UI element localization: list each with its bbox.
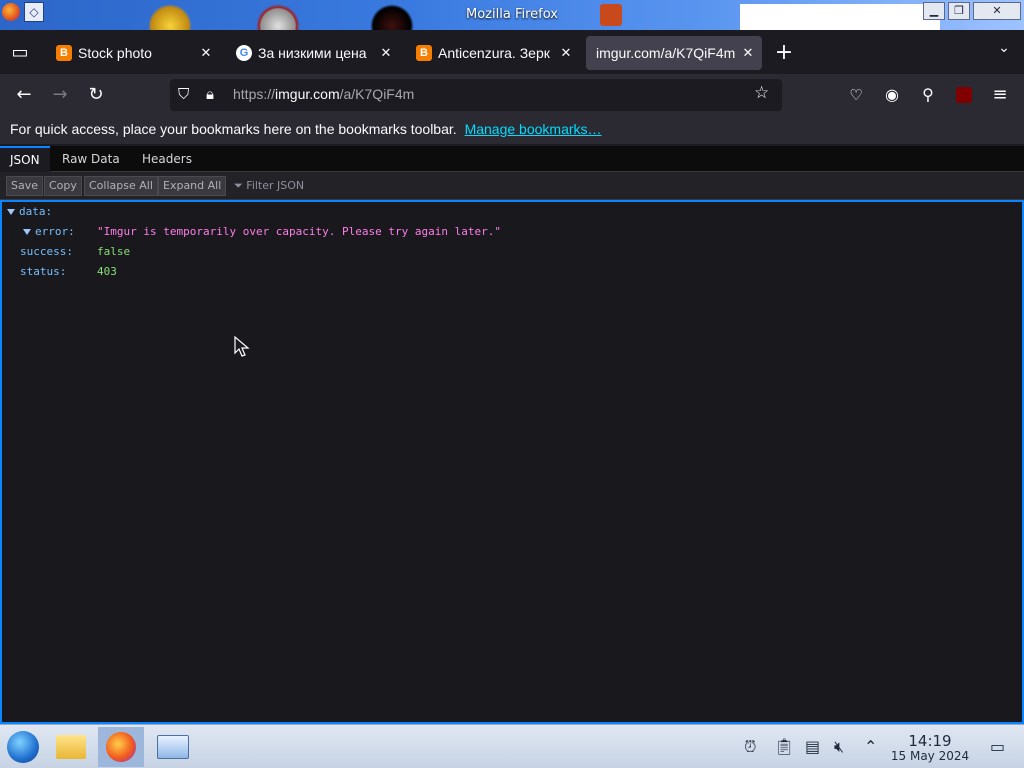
- url-bar[interactable]: ⛉ 🔒︎ https://imgur.com/a/K7QiF4m ☆: [170, 79, 782, 111]
- tab-label: imgur.com/a/K7QiF4m: [596, 45, 736, 61]
- minimize-button[interactable]: ▁: [923, 2, 945, 20]
- screen: ◇ Mozilla Firefox ▁ ❐ ✕ ▭ B Stock photo …: [0, 0, 1024, 768]
- url-host: imgur.com: [275, 86, 340, 102]
- start-menu-button[interactable]: [0, 727, 46, 767]
- clock-time[interactable]: 14:19: [892, 732, 968, 750]
- json-row-error[interactable]: error:: [23, 225, 75, 238]
- reload-icon[interactable]: ↻: [82, 82, 110, 108]
- filter-placeholder: Filter JSON: [246, 179, 305, 192]
- tab-label: За низкими цена: [258, 45, 367, 61]
- json-viewer-tabs: JSON Raw Data Headers: [0, 146, 1024, 172]
- extensions-icon[interactable]: ⚲: [914, 82, 942, 108]
- firefox-view-icon[interactable]: ▭: [8, 42, 32, 63]
- url-prefix: https://: [233, 86, 276, 102]
- google-icon: G: [236, 45, 252, 61]
- json-row-status[interactable]: status:: [20, 265, 66, 278]
- expand-triangle-icon[interactable]: [23, 229, 31, 235]
- taskbar-system-settings[interactable]: [150, 727, 196, 767]
- tab-google[interactable]: G За низкими цена ✕: [226, 36, 400, 70]
- ublock-origin-icon[interactable]: [950, 82, 978, 108]
- account-icon[interactable]: ◉: [878, 82, 906, 108]
- tab-stock-photo[interactable]: B Stock photo ✕: [46, 36, 220, 70]
- json-tree: data: error: "Imgur is temporarily over …: [0, 200, 1024, 724]
- new-tab-button[interactable]: +: [772, 40, 796, 65]
- copy-button[interactable]: Copy: [44, 176, 82, 196]
- blogger-icon: B: [416, 45, 432, 61]
- tray-expand-chevron-icon[interactable]: ⌃: [864, 737, 877, 756]
- clock-date[interactable]: 15 May 2024: [884, 749, 976, 763]
- json-key: success:: [20, 245, 73, 258]
- json-value-string: "Imgur is temporarily over capacity. Ple…: [97, 225, 501, 238]
- json-key: error:: [35, 225, 75, 238]
- list-tabs-chevron-icon[interactable]: ⌄: [992, 40, 1016, 56]
- navigation-toolbar: ← → ↻ ⛉ 🔒︎ https://imgur.com/a/K7QiF4m ☆…: [0, 74, 1024, 116]
- tab-label: Anticenzura. Зерк: [438, 45, 550, 61]
- save-button[interactable]: Save: [6, 176, 44, 196]
- folder-icon: [56, 735, 86, 759]
- bookmarks-hint-text: For quick access, place your bookmarks h…: [10, 121, 457, 137]
- clipboard-icon[interactable]: 📋︎: [774, 737, 794, 756]
- json-toolbar: Save Copy Collapse All Expand All ⏷ Filt…: [0, 172, 1024, 200]
- close-tab-button[interactable]: ✕: [738, 45, 758, 61]
- window-title: Mozilla Firefox: [466, 7, 558, 22]
- close-tab-button[interactable]: ✕: [196, 45, 216, 61]
- maximize-button[interactable]: ❐: [948, 2, 970, 20]
- url-path: /a/K7QiF4m: [339, 86, 415, 102]
- json-key: data:: [19, 205, 53, 218]
- tab-anticenzura[interactable]: B Anticenzura. Зерк ✕: [406, 36, 580, 70]
- blogger-icon: B: [56, 45, 72, 61]
- json-row-data[interactable]: data:: [7, 205, 52, 218]
- start-orb-icon: [7, 731, 39, 763]
- close-window-button[interactable]: ✕: [973, 2, 1021, 20]
- tab-raw-data[interactable]: Raw Data: [52, 146, 130, 172]
- mouse-cursor-icon: [234, 336, 250, 357]
- filter-icon: ⏷: [234, 179, 247, 192]
- bookmark-star-icon[interactable]: ☆: [754, 83, 769, 103]
- lock-icon[interactable]: 🔒︎: [206, 85, 214, 103]
- tab-json[interactable]: JSON: [0, 146, 50, 172]
- tab-strip: ▭ B Stock photo ✕ G За низкими цена ✕ B …: [0, 30, 1024, 74]
- close-tab-button[interactable]: ✕: [556, 45, 576, 61]
- window-titlebar: ◇ Mozilla Firefox ▁ ❐ ✕: [0, 0, 1024, 30]
- json-row-success[interactable]: success:: [20, 245, 73, 258]
- expand-triangle-icon[interactable]: [7, 209, 15, 215]
- json-value-boolean: false: [97, 245, 131, 258]
- manage-bookmarks-link[interactable]: Manage bookmarks…: [465, 121, 602, 137]
- shield-icon[interactable]: ⛉: [178, 85, 189, 103]
- filter-json-input[interactable]: ⏷ Filter JSON: [234, 177, 304, 195]
- notifications-bell-icon[interactable]: ⏰︎: [744, 737, 756, 757]
- url-text[interactable]: https://imgur.com/a/K7QiF4m: [233, 86, 414, 102]
- collapse-all-button[interactable]: Collapse All: [84, 176, 158, 196]
- forward-arrow-icon[interactable]: →: [46, 82, 74, 108]
- json-key: status:: [20, 265, 67, 278]
- volume-muted-icon[interactable]: 🔇︎: [834, 737, 844, 757]
- taskbar: ⏰︎ 📋︎ ▤ 🔇︎ ⌃ 14:19 15 May 2024 ▭: [0, 724, 1024, 768]
- taskbar-firefox[interactable]: [98, 727, 144, 767]
- tab-headers[interactable]: Headers: [132, 146, 202, 172]
- show-desktop-icon[interactable]: ▭: [990, 737, 1005, 756]
- tab-imgur[interactable]: imgur.com/a/K7QiF4m ✕: [586, 36, 762, 70]
- menu-hamburger-icon[interactable]: ≡: [986, 82, 1014, 108]
- tab-label: Stock photo: [78, 45, 152, 61]
- close-tab-button[interactable]: ✕: [376, 45, 396, 61]
- taskbar-file-manager[interactable]: [48, 727, 94, 767]
- device-storage-icon[interactable]: ▤: [805, 737, 820, 756]
- pocket-icon[interactable]: ♡: [842, 82, 870, 108]
- expand-all-button[interactable]: Expand All: [158, 176, 227, 196]
- back-arrow-icon[interactable]: ←: [10, 82, 38, 108]
- json-value-number: 403: [97, 265, 117, 278]
- bookmarks-toolbar: For quick access, place your bookmarks h…: [0, 116, 1024, 144]
- settings-window-icon: [157, 735, 189, 759]
- firefox-icon: [106, 732, 136, 762]
